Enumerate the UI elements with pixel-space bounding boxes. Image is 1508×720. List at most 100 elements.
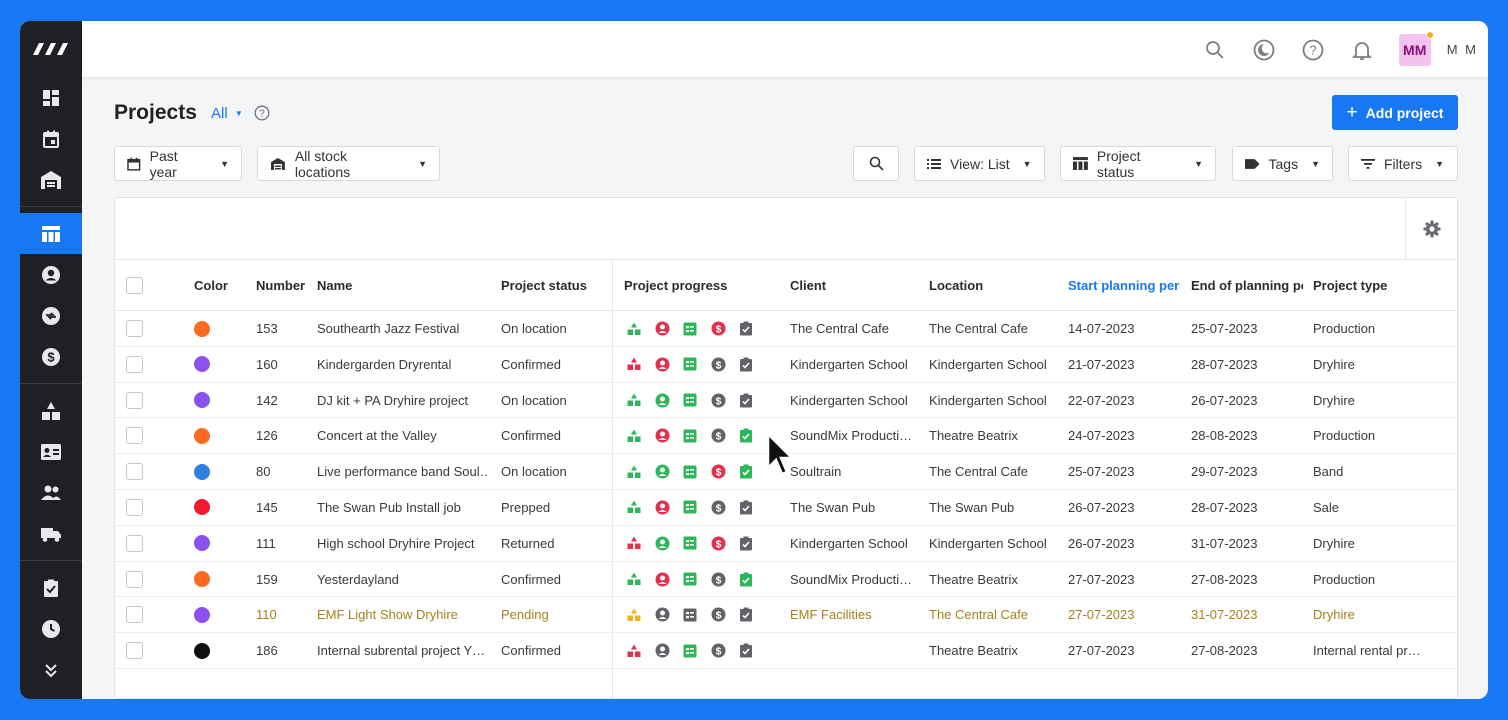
select-all-checkbox[interactable] [126,260,143,311]
contact-icon[interactable] [654,535,670,551]
cell-name[interactable]: Concert at the Valley [317,418,489,453]
table-row[interactable]: 142 DJ kit + PA Dryhire project On locatio… [115,383,1457,419]
table-row[interactable]: 111 High school Dryhire Project Returned Ki… [115,526,1457,562]
task-icon[interactable] [738,428,754,444]
column-header-name[interactable]: Name [317,260,352,311]
table-row[interactable]: 145 The Swan Pub Install job Prepped The Sw… [115,490,1457,526]
view-dropdown[interactable]: View: List ▼ [914,146,1045,181]
row-checkbox[interactable] [126,320,143,337]
cell-name[interactable]: The Swan Pub Install job [317,490,489,525]
table-row[interactable]: 159 Yesterdayland Confirmed SoundMix Produc… [115,562,1457,598]
id-card-icon[interactable] [682,571,698,587]
id-card-icon[interactable] [682,428,698,444]
row-checkbox[interactable] [126,534,143,552]
search-button[interactable] [1191,40,1240,60]
task-icon[interactable] [738,535,754,551]
project-status-dropdown[interactable]: Project status ▼ [1060,146,1216,181]
task-icon[interactable] [738,321,754,337]
dollar-icon[interactable]: $ [710,643,726,659]
task-icon[interactable] [738,499,754,515]
column-header-color[interactable]: Color [194,260,228,311]
column-header-progress[interactable]: Project progress [624,260,727,311]
dollar-icon[interactable]: $ [710,499,726,515]
sidebar-item-finance[interactable]: $ [20,336,82,377]
help-button[interactable]: ? [1289,39,1338,61]
column-header-status[interactable]: Project status [501,260,587,311]
id-card-icon[interactable] [682,607,698,623]
table-settings-button[interactable] [1405,198,1457,260]
contact-icon[interactable] [654,571,670,587]
task-icon[interactable] [738,643,754,659]
cell-name[interactable]: High school Dryhire Project [317,526,489,561]
row-checkbox[interactable] [126,498,143,516]
sidebar-item-tasks[interactable] [20,567,82,608]
column-header-end-planning[interactable]: End of planning per [1191,260,1303,311]
sidebar-item-calendar[interactable] [20,118,82,159]
contact-icon[interactable] [654,607,670,623]
row-checkbox[interactable] [126,642,143,660]
task-icon[interactable] [738,464,754,480]
dollar-icon[interactable]: $ [710,356,726,372]
contact-icon[interactable] [654,499,670,515]
checkbox[interactable] [126,277,143,294]
contact-icon[interactable] [654,464,670,480]
avatar[interactable]: MM [1398,30,1434,66]
column-header-location[interactable]: Location [929,260,983,311]
cell-name[interactable]: Southearth Jazz Festival [317,311,489,346]
shapes-icon[interactable] [626,428,642,444]
id-card-icon[interactable] [682,643,698,659]
dollar-icon[interactable]: $ [710,428,726,444]
project-scope-dropdown[interactable]: All ▼ [211,105,243,122]
shapes-icon[interactable] [626,356,642,372]
period-dropdown[interactable]: Past year ▼ [114,146,242,181]
sidebar-expand[interactable] [20,649,82,690]
app-logo[interactable] [20,21,82,77]
username[interactable]: M M [1447,42,1478,57]
table-row[interactable]: 110 EMF Light Show Dryhire Pending EMF Faci… [115,597,1457,634]
shapes-icon[interactable] [626,535,642,551]
contact-icon[interactable] [654,428,670,444]
sidebar-item-sync[interactable] [20,295,82,336]
sidebar-item-projects[interactable] [20,213,82,254]
column-header-client[interactable]: Client [790,260,826,311]
shapes-icon[interactable] [626,499,642,515]
id-card-icon[interactable] [682,392,698,408]
shapes-icon[interactable] [626,607,642,623]
task-icon[interactable] [738,356,754,372]
row-checkbox[interactable] [126,355,143,373]
id-card-icon[interactable] [682,464,698,480]
task-icon[interactable] [738,392,754,408]
filters-dropdown[interactable]: Filters ▼ [1348,146,1458,181]
table-search-button[interactable] [853,146,899,181]
table-row[interactable]: 153 Southearth Jazz Festival On location Th… [115,311,1457,347]
contact-icon[interactable] [654,643,670,659]
row-checkbox[interactable] [126,570,143,588]
column-header-number[interactable]: Number [256,260,305,311]
cell-name[interactable]: Live performance band Soul… [317,454,489,489]
sidebar-item-crew[interactable] [20,431,82,472]
id-card-icon[interactable] [682,499,698,515]
dollar-icon[interactable]: $ [710,607,726,623]
row-checkbox[interactable] [126,606,143,624]
dollar-icon[interactable]: $ [710,571,726,587]
tags-dropdown[interactable]: Tags ▼ [1232,146,1333,181]
sidebar-item-contacts[interactable] [20,254,82,295]
id-card-icon[interactable] [682,321,698,337]
shapes-icon[interactable] [626,643,642,659]
shapes-icon[interactable] [626,392,642,408]
cell-name[interactable]: DJ kit + PA Dryhire project [317,383,489,418]
dollar-icon[interactable]: $ [710,535,726,551]
contact-icon[interactable] [654,321,670,337]
page-help-button[interactable]: ? [254,105,270,126]
task-icon[interactable] [738,571,754,587]
shapes-icon[interactable] [626,321,642,337]
stock-locations-dropdown[interactable]: All stock locations ▼ [257,146,440,181]
sidebar-item-transport[interactable] [20,513,82,554]
sidebar-item-warehouse[interactable] [20,159,82,200]
column-header-project-type[interactable]: Project type [1313,260,1387,311]
sidebar-item-time[interactable] [20,608,82,649]
dollar-icon[interactable]: $ [710,464,726,480]
sidebar-item-inventory[interactable] [20,390,82,431]
notifications-button[interactable] [1338,39,1387,61]
row-checkbox[interactable] [126,391,143,409]
